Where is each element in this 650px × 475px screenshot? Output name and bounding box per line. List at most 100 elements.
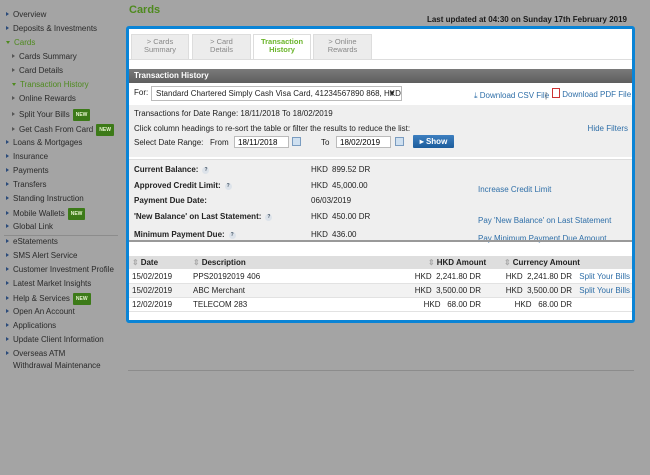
- cell-currency-amount: HKD 2,241.80 DR: [505, 272, 572, 281]
- sidebar-item[interactable]: Deposits & Investments: [6, 24, 97, 34]
- cell-description: ABC Merchant: [193, 286, 246, 295]
- sidebar-item[interactable]: Customer Investment Profile: [6, 265, 114, 275]
- sidebar-item[interactable]: Overview: [6, 10, 46, 20]
- sidebar-item[interactable]: Loans & Mortgages: [6, 138, 82, 148]
- summary-label: Approved Credit Limit:?: [134, 181, 232, 190]
- to-date-input[interactable]: [336, 136, 391, 148]
- calendar-icon[interactable]: [395, 137, 404, 146]
- summary-value: 436.00: [332, 230, 357, 239]
- sidebar-item[interactable]: Cards: [6, 38, 35, 48]
- bullet-icon: [6, 337, 9, 341]
- bullet-icon: [12, 83, 16, 86]
- tab-label: Rewards: [327, 45, 358, 54]
- sidebar-item[interactable]: Open An Account: [6, 307, 75, 317]
- instructions-text: Click column headings to re-sort the tab…: [134, 124, 411, 133]
- sidebar-item-label: Transaction History: [20, 80, 89, 89]
- bullet-icon: [12, 127, 15, 131]
- for-label: For:: [134, 88, 149, 97]
- tab-cards-summary[interactable]: > Cards Summary: [131, 34, 189, 59]
- bullet-icon: [6, 267, 9, 271]
- split-bills-link[interactable]: Split Your Bills: [579, 284, 630, 298]
- tab-label: History: [269, 45, 295, 54]
- sidebar-item-label: Cards: [14, 38, 36, 47]
- summary-action-link[interactable]: Increase Credit Limit: [478, 185, 551, 194]
- sidebar-item-label: Split Your Bills: [19, 110, 70, 119]
- tab-underline: [129, 59, 632, 60]
- sidebar-item[interactable]: Split Your Bills NEW: [12, 109, 91, 121]
- summary-label: 'New Balance' on Last Statement:?: [134, 212, 273, 221]
- col-currency-amount[interactable]: ⇕ Currency Amount: [504, 256, 580, 269]
- sidebar-item-label[interactable]: Withdrawal Maintenance: [13, 361, 101, 371]
- sidebar-item[interactable]: Card Details: [12, 66, 63, 76]
- summary-label: Payment Due Date:: [134, 196, 207, 205]
- help-icon[interactable]: ?: [202, 167, 210, 174]
- help-icon[interactable]: ?: [228, 232, 236, 239]
- summary-label-text: Minimum Payment Due:: [134, 230, 225, 239]
- tab-transaction-history[interactable]: Transaction History: [253, 34, 311, 60]
- table-row: 15/02/2019 PPS20192019 406 HKD 2,241.80 DR…: [129, 270, 632, 284]
- download-pdf-label: Download PDF File: [562, 90, 632, 99]
- card-select[interactable]: Standard Chartered Simply Cash Visa Card…: [151, 86, 402, 101]
- tab-card-details[interactable]: > Card Details: [192, 34, 251, 59]
- last-updated: Last updated at 04:30 on Sunday 17th Feb…: [426, 15, 627, 24]
- sidebar-item-label: Get Cash From Card: [19, 125, 94, 134]
- bullet-icon: [6, 26, 9, 30]
- calendar-icon[interactable]: [292, 137, 301, 146]
- col-date[interactable]: ⇕ Date: [132, 256, 158, 269]
- col-hkd-amount[interactable]: ⇕ HKD Amount: [428, 256, 486, 269]
- cell-currency-amount: HKD 68.00 DR: [514, 300, 572, 309]
- download-pdf-link[interactable]: Download PDF File: [552, 88, 631, 99]
- bullet-icon: [6, 351, 9, 355]
- bullet-icon: [6, 224, 9, 228]
- dropdown-arrow-icon: ▼: [388, 89, 396, 98]
- show-button[interactable]: ▸ Show: [413, 135, 454, 148]
- col-cur-label: Currency Amount: [512, 258, 580, 267]
- sidebar-item[interactable]: eStatements: [6, 237, 58, 247]
- tab-online-rewards[interactable]: > Online Rewards: [313, 34, 372, 59]
- summary-action-link[interactable]: Pay 'New Balance' on Last Statement: [478, 216, 611, 225]
- summary-area: Current Balance:? HKD 899.52 DR Approved Cr…: [129, 159, 632, 243]
- cell-date: 15/02/2019: [132, 286, 173, 295]
- bullet-icon: [6, 239, 9, 243]
- help-icon[interactable]: ?: [265, 214, 273, 221]
- from-date-input[interactable]: [234, 136, 289, 148]
- summary-divider: [129, 240, 632, 242]
- sidebar-item[interactable]: Applications: [6, 321, 56, 331]
- sidebar-item[interactable]: Update Client Information: [6, 335, 104, 345]
- sidebar-item[interactable]: Transaction History: [12, 80, 89, 90]
- transaction-history-panel: > Cards Summary > Card Details Transaction…: [126, 26, 635, 323]
- sidebar-item[interactable]: Transfers: [6, 180, 47, 190]
- sidebar-item[interactable]: Get Cash From Card NEW: [12, 124, 114, 136]
- sidebar-item[interactable]: Payments: [6, 166, 49, 176]
- col-date-label: Date: [140, 258, 159, 267]
- sidebar-item[interactable]: Help & Services NEW: [6, 293, 91, 305]
- table-row: 15/02/2019 ABC Merchant HKD 3,500.00 DR HKD…: [129, 284, 632, 298]
- sidebar-item-label: Standing Instruction: [13, 194, 84, 203]
- sidebar-item[interactable]: Overseas ATM: [6, 349, 65, 359]
- sidebar-item[interactable]: Insurance: [6, 152, 48, 162]
- currency: HKD: [311, 230, 328, 239]
- bullet-icon: [6, 323, 9, 327]
- sidebar-item-label: Loans & Mortgages: [13, 138, 83, 147]
- summary-value: 899.52 DR: [332, 165, 371, 174]
- sidebar-item[interactable]: Mobile Wallets NEW: [6, 208, 86, 220]
- sidebar-item[interactable]: Latest Market Insights: [6, 279, 91, 289]
- download-csv-link[interactable]: ⤓ Download CSV File: [474, 91, 549, 101]
- bullet-icon: [6, 41, 10, 44]
- sidebar-item[interactable]: Cards Summary: [12, 52, 77, 62]
- col-description[interactable]: ⇕ Description: [193, 256, 246, 269]
- cell-date: 15/02/2019: [132, 272, 173, 281]
- bullet-icon: [6, 281, 9, 285]
- sidebar-item-label: Overseas ATM: [13, 349, 66, 358]
- sidebar-item[interactable]: Online Rewards: [12, 94, 76, 104]
- sidebar-item[interactable]: Global Link: [6, 222, 53, 232]
- help-icon[interactable]: ?: [224, 183, 232, 190]
- sidebar-item[interactable]: Standing Instruction: [6, 194, 84, 204]
- sidebar-item-label: Global Link: [13, 222, 54, 231]
- hide-filters-link[interactable]: Hide Filters: [588, 124, 628, 133]
- bullet-icon: [6, 296, 9, 300]
- download-csv-label: Download CSV File: [479, 91, 550, 100]
- split-bills-link[interactable]: Split Your Bills: [579, 270, 630, 284]
- sidebar-item-label: SMS Alert Service: [13, 251, 78, 260]
- sidebar-item[interactable]: SMS Alert Service: [6, 251, 77, 261]
